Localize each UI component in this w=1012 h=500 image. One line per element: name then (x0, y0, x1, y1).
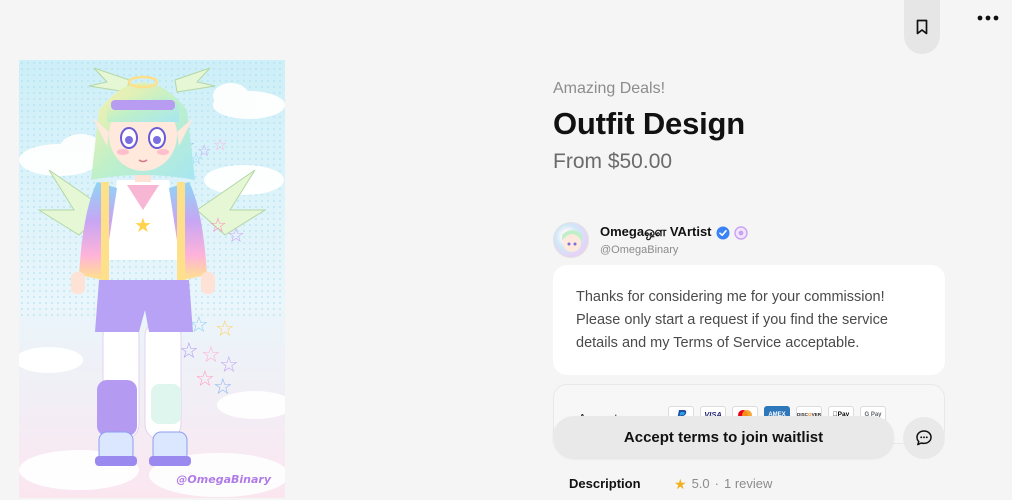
svg-text:☆: ☆ (179, 339, 199, 364)
rating-value: 5.0 (691, 476, 710, 491)
svg-text:★: ★ (134, 213, 152, 237)
svg-text:☆: ☆ (213, 135, 227, 154)
avatar[interactable] (553, 222, 589, 258)
seller-name[interactable]: Omegaஔ VArtist (600, 224, 712, 241)
svg-text:☆: ☆ (215, 317, 235, 342)
message-line: details and my Terms of Service acceptab… (576, 335, 860, 351)
seller-message-card: Thanks for considering me for your commi… (553, 265, 945, 375)
message-line: Thanks for considering me for your commi… (576, 289, 885, 305)
artwork-watermark: @OmegaBinary (176, 473, 271, 486)
more-horizontal-icon (977, 15, 999, 21)
bookmark-icon (916, 19, 928, 35)
svg-text:☆: ☆ (195, 367, 215, 392)
svg-text:☆: ☆ (213, 375, 233, 400)
bookmark-button[interactable] (904, 0, 940, 54)
svg-text:☆: ☆ (201, 343, 221, 368)
message-line: Please only start a request if you find … (576, 312, 888, 328)
seller-handle: @OmegaBinary (600, 244, 679, 256)
verified-badge-icon (716, 226, 730, 239)
svg-text:☆: ☆ (227, 223, 245, 247)
rating-separator: · (714, 476, 719, 491)
artwork-image[interactable]: ☆☆ ☆☆ ☆☆ ☆☆ ☆☆ ☆☆ ☆ (19, 60, 285, 498)
listing-price: From $50.00 (553, 150, 673, 173)
chat-button[interactable] (903, 417, 945, 459)
tab-description[interactable]: Description (569, 476, 641, 491)
rating-summary[interactable]: ★ 5.0 · 1 review (674, 476, 772, 491)
chat-bubble-icon (916, 430, 932, 446)
svg-text:☆: ☆ (209, 213, 227, 237)
listing-eyebrow: Amazing Deals! (553, 80, 666, 97)
listing-title: Outfit Design (553, 106, 745, 141)
star-icon: ★ (674, 475, 687, 492)
more-options-button[interactable] (972, 6, 1004, 30)
seller-profile[interactable]: Omegaஔ VArtist @OmegaBinary (553, 220, 748, 260)
avatar-image (562, 230, 582, 252)
listing-page: ☆☆ ☆☆ ☆☆ ☆☆ ☆☆ ☆☆ ☆ (0, 0, 1012, 500)
join-waitlist-button[interactable]: Accept terms to join waitlist (553, 416, 894, 458)
supporter-badge-icon (733, 225, 748, 240)
review-count: 1 review (723, 476, 773, 491)
